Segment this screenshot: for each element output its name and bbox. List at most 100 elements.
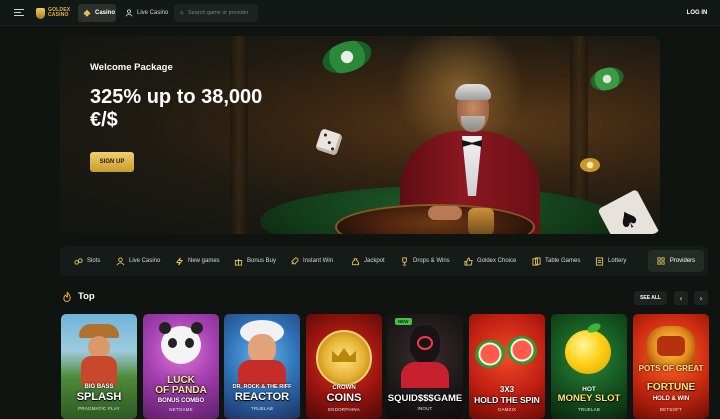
category-bar: Slots Live Casino New games Bonus Buy In… <box>60 246 708 276</box>
search-input[interactable] <box>188 10 258 16</box>
game-title: MONEY SLOT <box>557 393 621 404</box>
game-title: SPLASH <box>76 391 122 403</box>
game-provider: BETSOFT <box>659 407 683 412</box>
chevron-right-icon: › <box>699 293 703 303</box>
game-card-reactor[interactable]: DR. ROCK & THE RIFF REACTOR TRUELAB <box>224 314 300 419</box>
game-title: REACTOR <box>234 391 290 403</box>
tab-casino-label: Casino <box>95 10 116 16</box>
category-label: Instant Win <box>303 258 334 264</box>
hero-banner[interactable]: Welcome Package 325% up to 38,000 €/$ SI… <box>60 36 660 234</box>
game-card-big-bass-splash[interactable]: BIG BASS SPLASH PRAGMATIC PLAY <box>61 314 137 419</box>
game-provider: TRUELAB <box>577 407 601 412</box>
slots-icon <box>74 257 83 265</box>
scroll-right-button[interactable]: › <box>694 291 708 305</box>
category-label: Drops & Wins <box>413 258 450 264</box>
category-label: Bonus Buy <box>247 258 277 264</box>
search-icon <box>180 11 184 15</box>
game-card-luck-of-panda[interactable]: LUCK OF PANDA BONUS COMBO NETGAME <box>143 314 219 419</box>
hero-dealer-hand <box>428 206 462 220</box>
chip-image <box>318 36 376 79</box>
hero-dealer-hair <box>455 84 491 100</box>
search-box <box>174 4 258 22</box>
category-slots[interactable]: Slots <box>74 246 100 276</box>
chevron-left-icon: ‹ <box>679 293 683 303</box>
category-label: Live Casino <box>129 258 161 264</box>
providers-button[interactable]: Providers <box>648 250 704 272</box>
game-title-top: CROWN <box>332 385 356 391</box>
game-title: COINS <box>326 392 362 404</box>
category-label: Goldex Choice <box>477 258 517 264</box>
roulette-spindle <box>468 208 494 234</box>
moneybag-icon <box>351 257 360 265</box>
trophy-icon <box>402 256 407 266</box>
thumbs-up-icon <box>464 256 473 266</box>
game-title: SQUID$$$GAME <box>387 393 463 404</box>
category-instant-win[interactable]: Instant Win <box>290 246 333 276</box>
game-title: FORTUNE <box>646 382 696 393</box>
logo-mark <box>36 7 45 19</box>
lightning-icon <box>175 257 184 265</box>
game-provider: PRAGMATIC PLAY <box>78 406 120 411</box>
tab-casino[interactable]: Casino <box>78 4 116 22</box>
game-card-crown-coins[interactable]: CROWN COINS ENDORPHINA <box>306 314 382 419</box>
game-title-top: POTS OF GREAT <box>638 364 704 373</box>
chip-image <box>580 158 600 172</box>
dealer-icon <box>116 256 125 265</box>
game-card-3x3-hold-the-spin[interactable]: 3X3 HOLD THE SPIN GAMZIX <box>469 314 545 419</box>
category-label: New games <box>188 258 220 264</box>
game-title: OF PANDA <box>155 385 207 396</box>
section-header: Top <box>62 291 95 302</box>
rocket-icon <box>291 256 299 265</box>
ticket-icon <box>595 256 604 266</box>
game-card-squid-game[interactable]: NEW SQUID$$$GAME INOUT <box>387 314 463 419</box>
hero-title: 325% up to 38,000 €/$ <box>90 86 263 131</box>
playing-card-image <box>597 188 660 234</box>
dealer-icon <box>125 9 133 17</box>
game-provider: ENDORPHINA <box>327 407 360 412</box>
game-title-top: HOT <box>582 386 596 393</box>
tab-live-casino[interactable]: Live Casino <box>120 4 170 22</box>
hero-pillar <box>230 36 248 234</box>
tab-live-casino-label: Live Casino <box>137 10 169 16</box>
game-title-top: DR. ROCK & THE RIFF <box>232 384 292 390</box>
providers-label: Providers <box>669 258 696 264</box>
game-provider: TRUELAB <box>250 406 274 411</box>
category-new-games[interactable]: New games <box>175 246 220 276</box>
login-button[interactable]: LOG IN <box>682 5 712 21</box>
chip-image <box>587 63 627 95</box>
hero-subtitle: Welcome Package <box>90 62 173 73</box>
game-title-top: 3X3 <box>499 385 515 394</box>
category-goldex-choice[interactable]: Goldex Choice <box>464 246 516 276</box>
grid-icon <box>657 257 665 265</box>
spade-icon <box>83 9 91 17</box>
gift-icon <box>234 258 243 266</box>
game-provider: INOUT <box>417 406 433 411</box>
game-card-pots-of-great-fortune[interactable]: POTS OF GREAT FORTUNE HOLD & WIN BETSOFT <box>633 314 709 419</box>
see-all-button[interactable]: SEE ALL <box>634 291 667 305</box>
category-table-games[interactable]: Table Games <box>532 246 580 276</box>
logo[interactable]: GOLDEX CASINO <box>36 7 70 19</box>
fire-icon <box>63 291 71 302</box>
category-label: Table Games <box>545 258 581 264</box>
game-card-hot-money-slot[interactable]: HOT MONEY SLOT TRUELAB <box>551 314 627 419</box>
cards-icon <box>532 256 541 266</box>
category-label: Jackpot <box>364 258 385 264</box>
category-jackpot[interactable]: Jackpot <box>351 246 385 276</box>
category-live-casino[interactable]: Live Casino <box>116 246 160 276</box>
category-drops-wins[interactable]: Drops & Wins <box>400 246 450 276</box>
game-provider: GAMZIX <box>497 407 517 412</box>
dice-image <box>315 128 343 156</box>
game-subtitle: BONUS COMBO <box>157 398 205 404</box>
top-bar: GOLDEX CASINO Casino Live Casino LOG IN <box>0 0 720 26</box>
menu-icon[interactable] <box>14 9 24 17</box>
section-title: Top <box>78 291 95 302</box>
category-label: Lottery <box>608 258 627 264</box>
game-art <box>61 314 137 419</box>
signup-button[interactable]: SIGN UP <box>90 152 134 172</box>
game-art <box>224 314 300 419</box>
game-subtitle: HOLD & WIN <box>652 396 690 402</box>
category-bonus-buy[interactable]: Bonus Buy <box>234 246 276 276</box>
scroll-left-button[interactable]: ‹ <box>674 291 688 305</box>
category-lottery[interactable]: Lottery <box>595 246 626 276</box>
logo-text-2: CASINO <box>48 12 69 18</box>
